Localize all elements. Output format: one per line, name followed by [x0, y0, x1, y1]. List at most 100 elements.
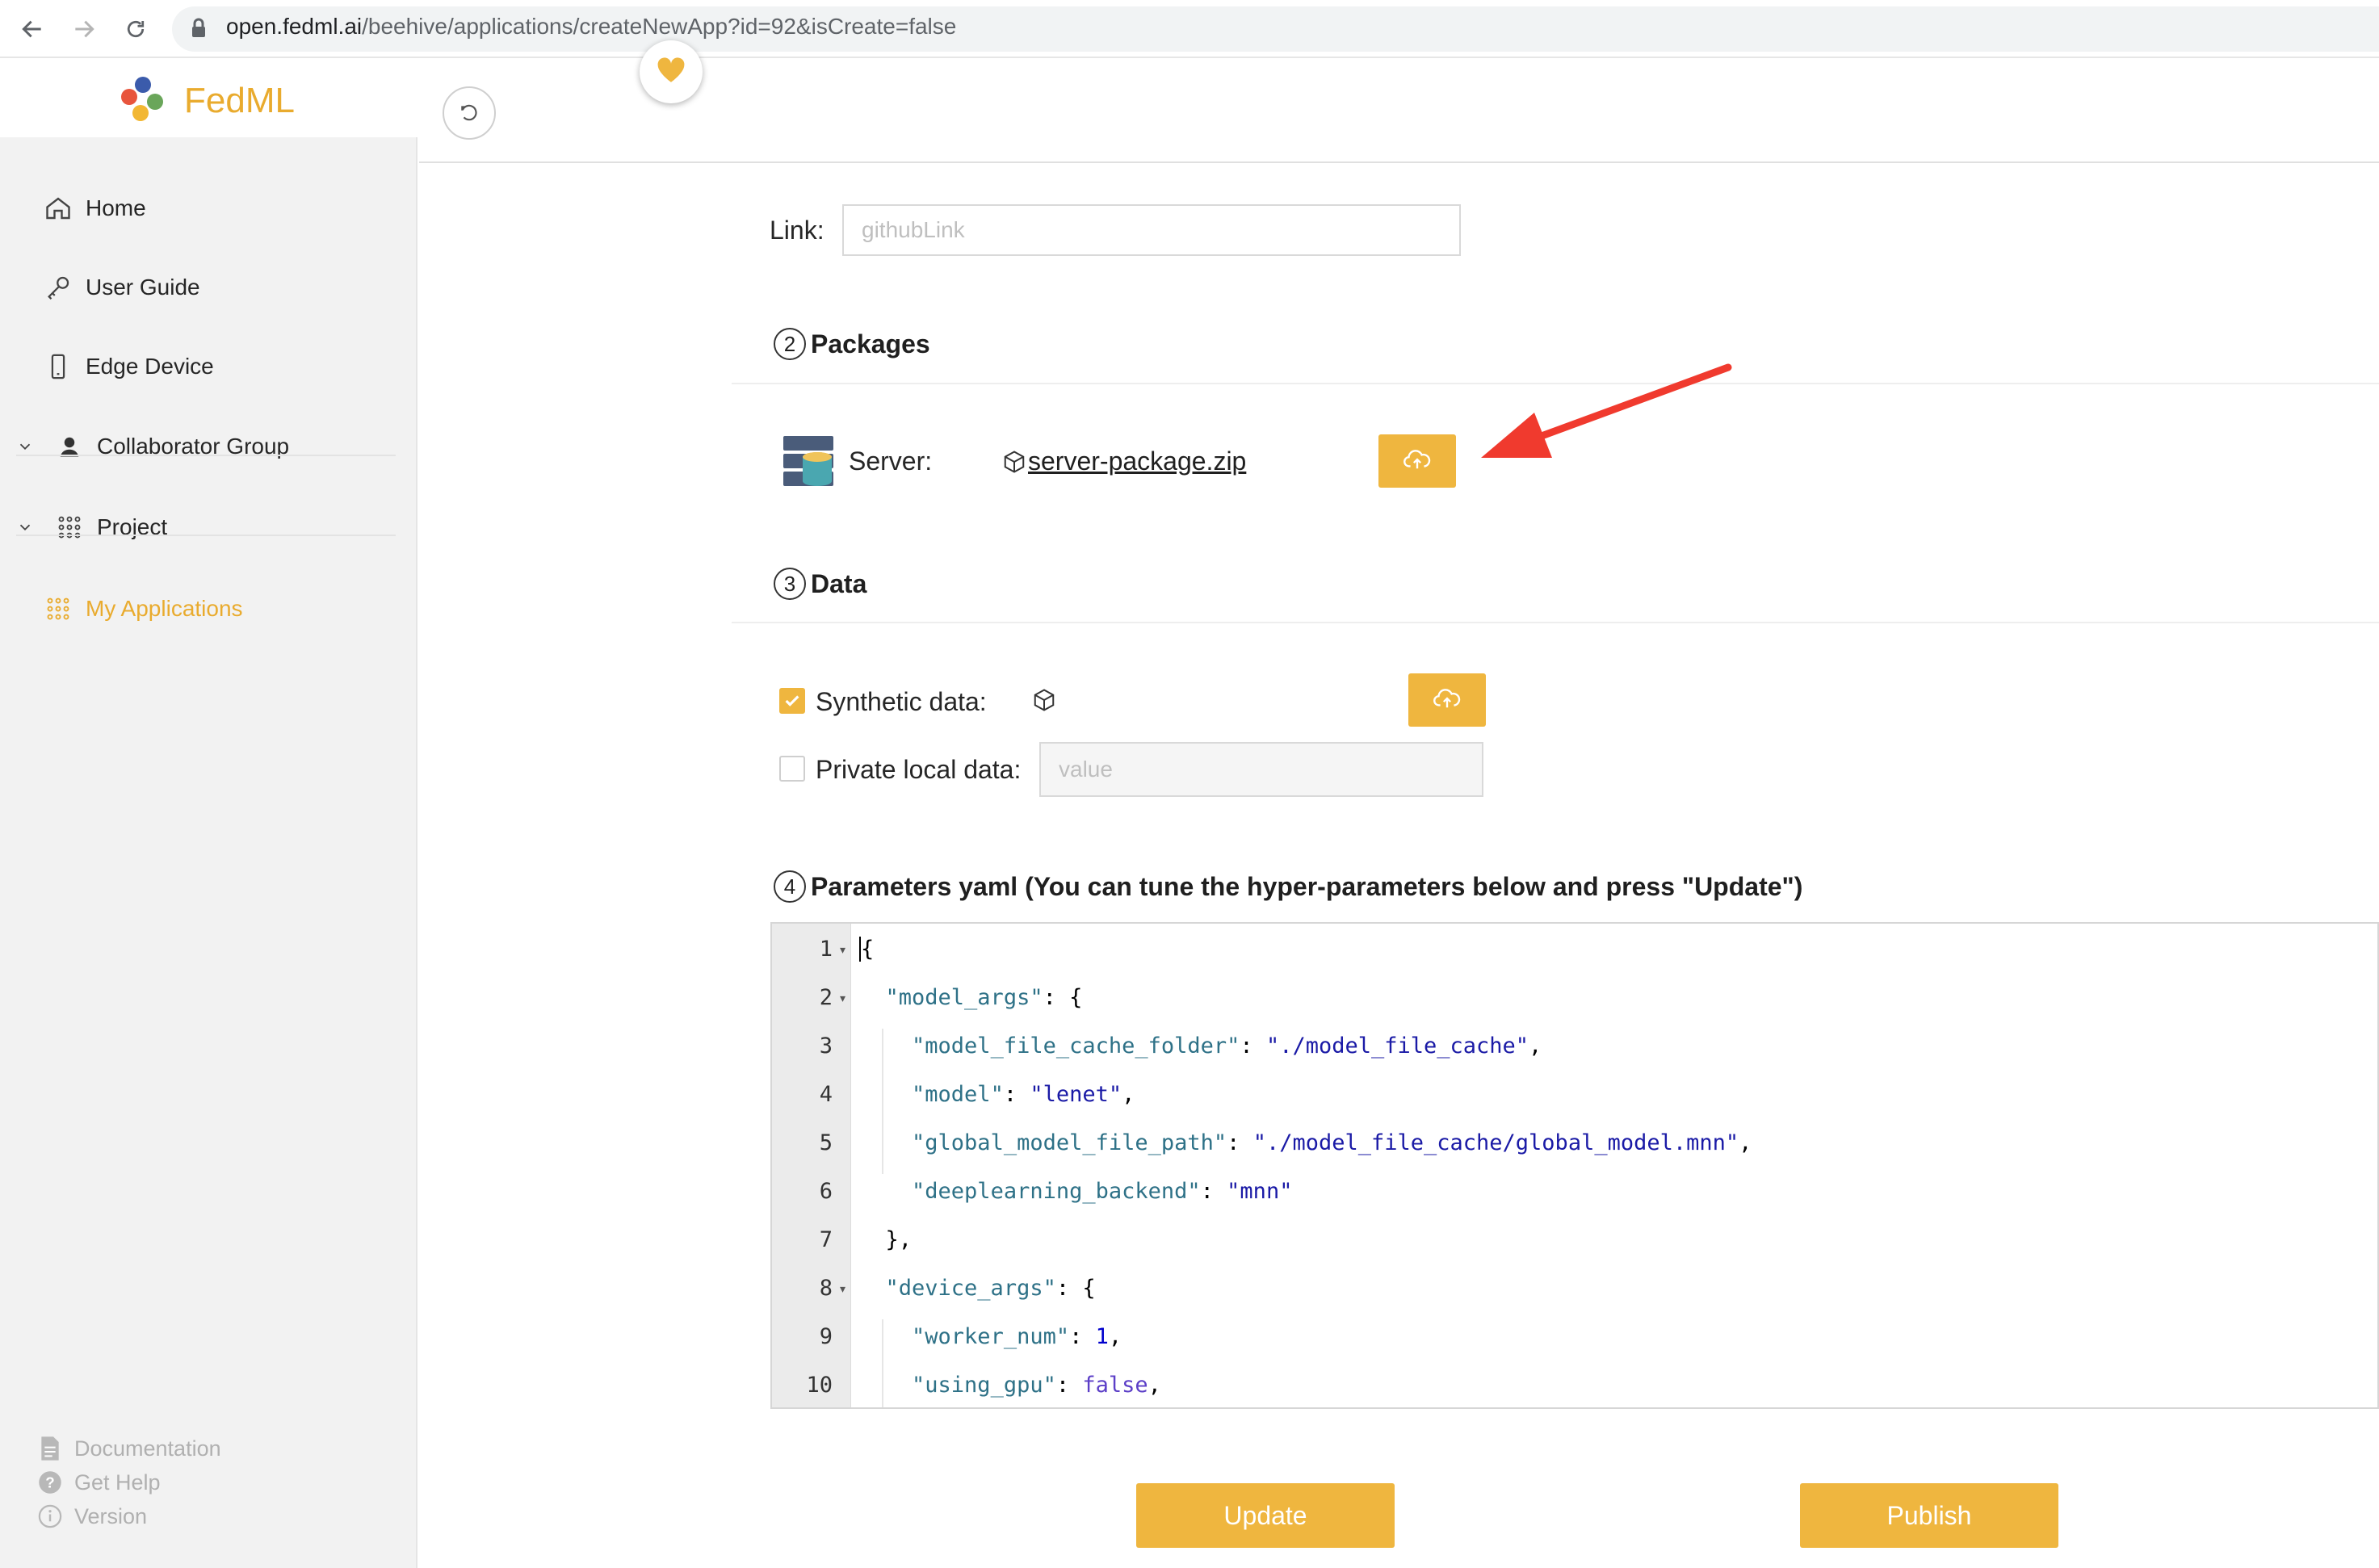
line-number: 8: [819, 1276, 833, 1301]
checkmark-icon: [783, 692, 801, 710]
parameters-section-title: 4 Parameters yaml (You can tune the hype…: [774, 870, 1802, 903]
url-host: open.fedml.ai: [226, 14, 363, 39]
logo-area: FedML: [0, 58, 417, 137]
divider: [16, 535, 396, 536]
fold-arrow-icon[interactable]: ▾: [840, 992, 845, 1005]
sidebar-item-label: Project: [97, 514, 168, 539]
package-icon: [1032, 688, 1056, 716]
publish-button[interactable]: Publish: [1800, 1483, 2058, 1548]
line-number: 7: [819, 1227, 833, 1252]
chevron-down-icon: [16, 518, 37, 536]
private-local-data-input[interactable]: value: [1039, 742, 1483, 797]
line-number: 1: [819, 937, 833, 962]
sidebar: FedML Home User Guide Edge Device Collab…: [0, 58, 417, 1568]
sidebar-item-collaborator-group[interactable]: Collaborator Group: [0, 414, 417, 479]
sidebar-item-label: User Guide: [86, 275, 200, 300]
synthetic-data-label: Synthetic data:: [816, 687, 987, 716]
server-file-name: server-package.zip: [1028, 447, 1247, 476]
footer-label: Get Help: [74, 1469, 161, 1495]
private-local-data-placeholder: value: [1059, 757, 1113, 782]
server-upload-button[interactable]: [1378, 434, 1456, 488]
chevron-down-icon: [16, 438, 37, 455]
footer-documentation[interactable]: Documentation: [37, 1436, 221, 1461]
yaml-code-editor[interactable]: 1 ▾ 2 ▾ 3 4 5 6 7 8 ▾ 9 10 { "model_args…: [770, 922, 2379, 1409]
line-number: 2: [819, 985, 833, 1010]
footer-label: Version: [74, 1503, 148, 1528]
footer-get-help[interactable]: ? Get Help: [37, 1469, 161, 1495]
annotation-arrow-icon: [1478, 359, 1736, 472]
code-line: "using_gpu": false,: [912, 1373, 1161, 1398]
fedml-logo-icon: [116, 73, 170, 130]
apps-icon: [42, 593, 74, 625]
info-icon: [37, 1503, 63, 1529]
line-number-gutter: 1 ▾ 2 ▾ 3 4 5 6 7 8 ▾ 9 10: [772, 924, 851, 1407]
back-button[interactable]: [443, 86, 496, 140]
line-number: 10: [806, 1373, 833, 1398]
private-local-data-label: Private local data:: [816, 755, 1022, 784]
update-button[interactable]: Update: [1136, 1483, 1395, 1548]
forward-arrow-icon[interactable]: [69, 15, 99, 44]
code-line: "worker_num": 1,: [912, 1324, 1122, 1349]
synthetic-data-upload-button[interactable]: [1408, 673, 1486, 727]
reload-icon[interactable]: [121, 15, 150, 44]
fold-arrow-icon[interactable]: ▾: [840, 943, 845, 957]
code-line: "global_model_file_path": "./model_file_…: [912, 1130, 1752, 1155]
help-icon: ?: [37, 1469, 63, 1495]
sidebar-item-label: My Applications: [86, 596, 243, 621]
line-number: 4: [819, 1082, 833, 1107]
sidebar-item-label: Edge Device: [86, 354, 214, 379]
private-local-data-checkbox[interactable]: [779, 756, 805, 782]
brand-name: FedML: [184, 81, 295, 120]
apps-icon: [53, 511, 86, 543]
sidebar-item-edge-device[interactable]: Edge Device: [0, 334, 417, 399]
data-section-title: 3 Data: [774, 568, 866, 600]
code-line: },: [859, 1227, 913, 1252]
code-line: "device_args": {: [885, 1276, 1096, 1301]
extension-bubble[interactable]: [640, 40, 703, 103]
url-text[interactable]: open.fedml.ai/beehive/applications/creat…: [226, 14, 956, 40]
lock-icon: [191, 18, 207, 43]
svg-text:?: ?: [45, 1474, 54, 1490]
link-label: Link:: [770, 216, 824, 245]
sidebar-item-home[interactable]: Home: [0, 176, 417, 241]
fold-arrow-icon[interactable]: ▾: [840, 1282, 845, 1296]
home-icon: [42, 192, 74, 224]
user-icon: [53, 430, 86, 463]
heart-icon: [655, 56, 687, 89]
url-path: /beehive/applications/createNewApp?id=92…: [362, 14, 957, 39]
sidebar-item-project[interactable]: Project: [0, 495, 417, 560]
phone-icon: [42, 350, 74, 383]
section-label: Packages: [811, 329, 930, 358]
server-label: Server:: [849, 447, 933, 476]
server-package-link[interactable]: server-package.zip: [1002, 447, 1246, 476]
footer-label: Documentation: [74, 1436, 221, 1461]
line-number: 6: [819, 1179, 833, 1204]
key-icon: [42, 271, 74, 304]
divider: [16, 455, 396, 456]
back-arrow-icon[interactable]: [18, 15, 47, 44]
document-icon: [37, 1436, 63, 1461]
divider: [732, 622, 2379, 623]
synthetic-data-checkbox[interactable]: [779, 688, 805, 714]
line-number: 3: [819, 1033, 833, 1059]
step-number: 2: [774, 328, 806, 360]
github-link-input[interactable]: githubLink: [842, 204, 1461, 256]
code-line: "deeplearning_backend": "mnn": [912, 1179, 1293, 1204]
line-number: 9: [819, 1324, 833, 1349]
step-number: 3: [774, 568, 806, 600]
sidebar-item-user-guide[interactable]: User Guide: [0, 255, 417, 320]
code-line: "model_args": {: [885, 985, 1083, 1010]
step-number: 4: [774, 870, 806, 903]
text-cursor: [859, 937, 861, 962]
footer-version[interactable]: Version: [37, 1503, 147, 1529]
code-line: "model_file_cache_folder": "./model_file…: [912, 1033, 1542, 1059]
browser-toolbar: open.fedml.ai/beehive/applications/creat…: [0, 0, 2379, 58]
code-line: {: [859, 937, 875, 962]
line-number: 5: [819, 1130, 833, 1155]
section-label: Data: [811, 568, 867, 598]
sidebar-item-label: Home: [86, 195, 146, 220]
cloud-upload-icon: [1433, 687, 1461, 714]
sidebar-item-my-applications[interactable]: My Applications: [0, 576, 417, 641]
github-link-placeholder: githubLink: [862, 217, 965, 242]
main-header: [419, 58, 2379, 163]
